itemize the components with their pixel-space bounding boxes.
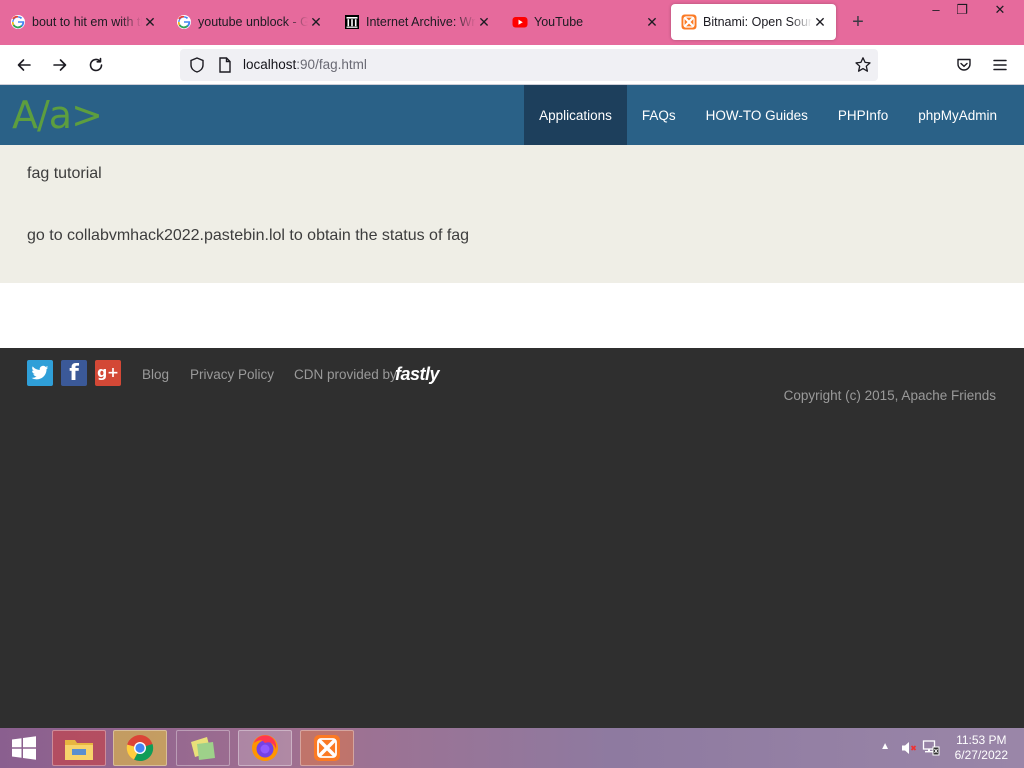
nav-faqs[interactable]: FAQs [627, 85, 691, 145]
pocket-icon [957, 58, 971, 71]
page-icon[interactable] [217, 56, 233, 79]
menu-button[interactable] [986, 51, 1014, 79]
tab-bitnami[interactable]: Bitnami: Open Sourc ✕ [671, 4, 836, 40]
arrow-left-icon [17, 59, 31, 71]
nav-how-to-guides[interactable]: HOW-TO Guides [691, 85, 823, 145]
tab-title: youtube unblock - Go [198, 15, 308, 29]
chrome-button[interactable] [113, 730, 167, 766]
content-spacer [0, 283, 1024, 348]
site-footer: f g+ Blog Privacy Policy CDN provided by… [0, 348, 1024, 728]
chrome-icon [126, 735, 154, 762]
footer-link-privacy-policy[interactable]: Privacy Policy [190, 367, 274, 382]
new-tab-button[interactable]: + [846, 10, 870, 34]
tab-internet-archive[interactable]: Internet Archive: Wri ✕ [334, 4, 500, 40]
back-button[interactable] [10, 51, 38, 79]
show-hidden-icons-icon[interactable]: ▲ [880, 741, 890, 752]
hamburger-menu-icon [993, 59, 1007, 71]
site-nav: Applications FAQs HOW-TO Guides PHPInfo … [524, 85, 1012, 145]
site-header: A/a> Applications FAQs HOW-TO Guides PHP… [0, 85, 1024, 145]
sticky-notes-button[interactable] [176, 730, 230, 766]
network-icon[interactable] [922, 739, 940, 762]
clock-date: 6/27/2022 [954, 748, 1008, 762]
fastly-logo[interactable]: fastly [395, 364, 440, 385]
close-icon[interactable]: ✕ [812, 14, 828, 31]
navigation-toolbar: localhost:90/fag.html [0, 45, 1024, 85]
xampp-button[interactable] [300, 730, 354, 766]
footer-link-blog[interactable]: Blog [142, 367, 169, 382]
nav-phpmyadmin[interactable]: phpMyAdmin [903, 85, 1012, 145]
shield-icon[interactable] [188, 56, 206, 79]
page-content: fag tutorial go to collabvmhack2022.past… [0, 145, 1024, 283]
tab-title: Internet Archive: Wri [366, 15, 476, 29]
windows-taskbar: ▲ 11:53 PM 6/27/2022 [0, 728, 1024, 768]
tab-title: bout to hit em with th [32, 15, 142, 29]
clock-time: 11:53 PM [956, 733, 1007, 747]
url-host: localhost [243, 57, 297, 72]
restore-button[interactable]: ❐ [946, 0, 978, 22]
start-button[interactable] [0, 728, 48, 768]
windows-logo-icon [12, 736, 36, 760]
xampp-icon [314, 735, 340, 761]
youtube-icon [512, 14, 528, 30]
address-bar[interactable]: localhost:90/fag.html [180, 49, 878, 81]
tab-title: Bitnami: Open Sourc [703, 15, 812, 29]
tab-google-1[interactable]: bout to hit em with th ✕ [0, 4, 166, 40]
reload-button[interactable] [82, 51, 110, 79]
google-icon [10, 14, 26, 30]
nav-applications[interactable]: Applications [524, 85, 627, 145]
volume-muted-icon[interactable] [900, 739, 918, 762]
star-icon[interactable] [854, 56, 872, 79]
sticky-notes-icon [191, 737, 215, 760]
reload-icon [89, 57, 103, 72]
arrow-right-icon [53, 59, 67, 71]
facebook-icon[interactable]: f [61, 360, 87, 386]
xampp-icon [681, 14, 697, 30]
file-explorer-icon [65, 740, 93, 760]
internet-archive-icon [344, 14, 360, 30]
pocket-button[interactable] [950, 51, 978, 79]
google-icon [176, 14, 192, 30]
footer-cdn-label: CDN provided by [294, 367, 397, 382]
content-heading: fag tutorial [27, 165, 102, 182]
footer-copyright: Copyright (c) 2015, Apache Friends [783, 388, 996, 403]
nav-phpinfo[interactable]: PHPInfo [823, 85, 903, 145]
tab-title: YouTube [534, 15, 584, 29]
close-icon[interactable]: ✕ [476, 14, 492, 31]
tab-youtube[interactable]: YouTube ✕ [502, 4, 668, 40]
close-icon[interactable]: ✕ [142, 14, 158, 31]
firefox-button[interactable] [238, 730, 292, 766]
google-plus-icon[interactable]: g+ [95, 360, 121, 386]
tab-strip: bout to hit em with th ✕ youtube unblock… [0, 0, 1024, 45]
clock[interactable]: 11:53 PM 6/27/2022 [955, 733, 1008, 763]
file-explorer-button[interactable] [52, 730, 106, 766]
close-icon[interactable]: ✕ [308, 14, 324, 31]
url-path: :90/fag.html [296, 57, 367, 72]
twitter-icon[interactable] [27, 360, 53, 386]
firefox-icon [252, 735, 278, 761]
tab-google-2[interactable]: youtube unblock - Go ✕ [166, 4, 332, 40]
forward-button[interactable] [46, 51, 74, 79]
xampp-logo[interactable]: A/a> [12, 95, 103, 135]
close-icon[interactable]: ✕ [644, 14, 660, 31]
close-window-button[interactable]: ✕ [984, 0, 1016, 22]
content-paragraph: go to collabvmhack2022.pastebin.lol to o… [27, 227, 470, 244]
url-text[interactable]: localhost:90/fag.html [243, 57, 367, 72]
